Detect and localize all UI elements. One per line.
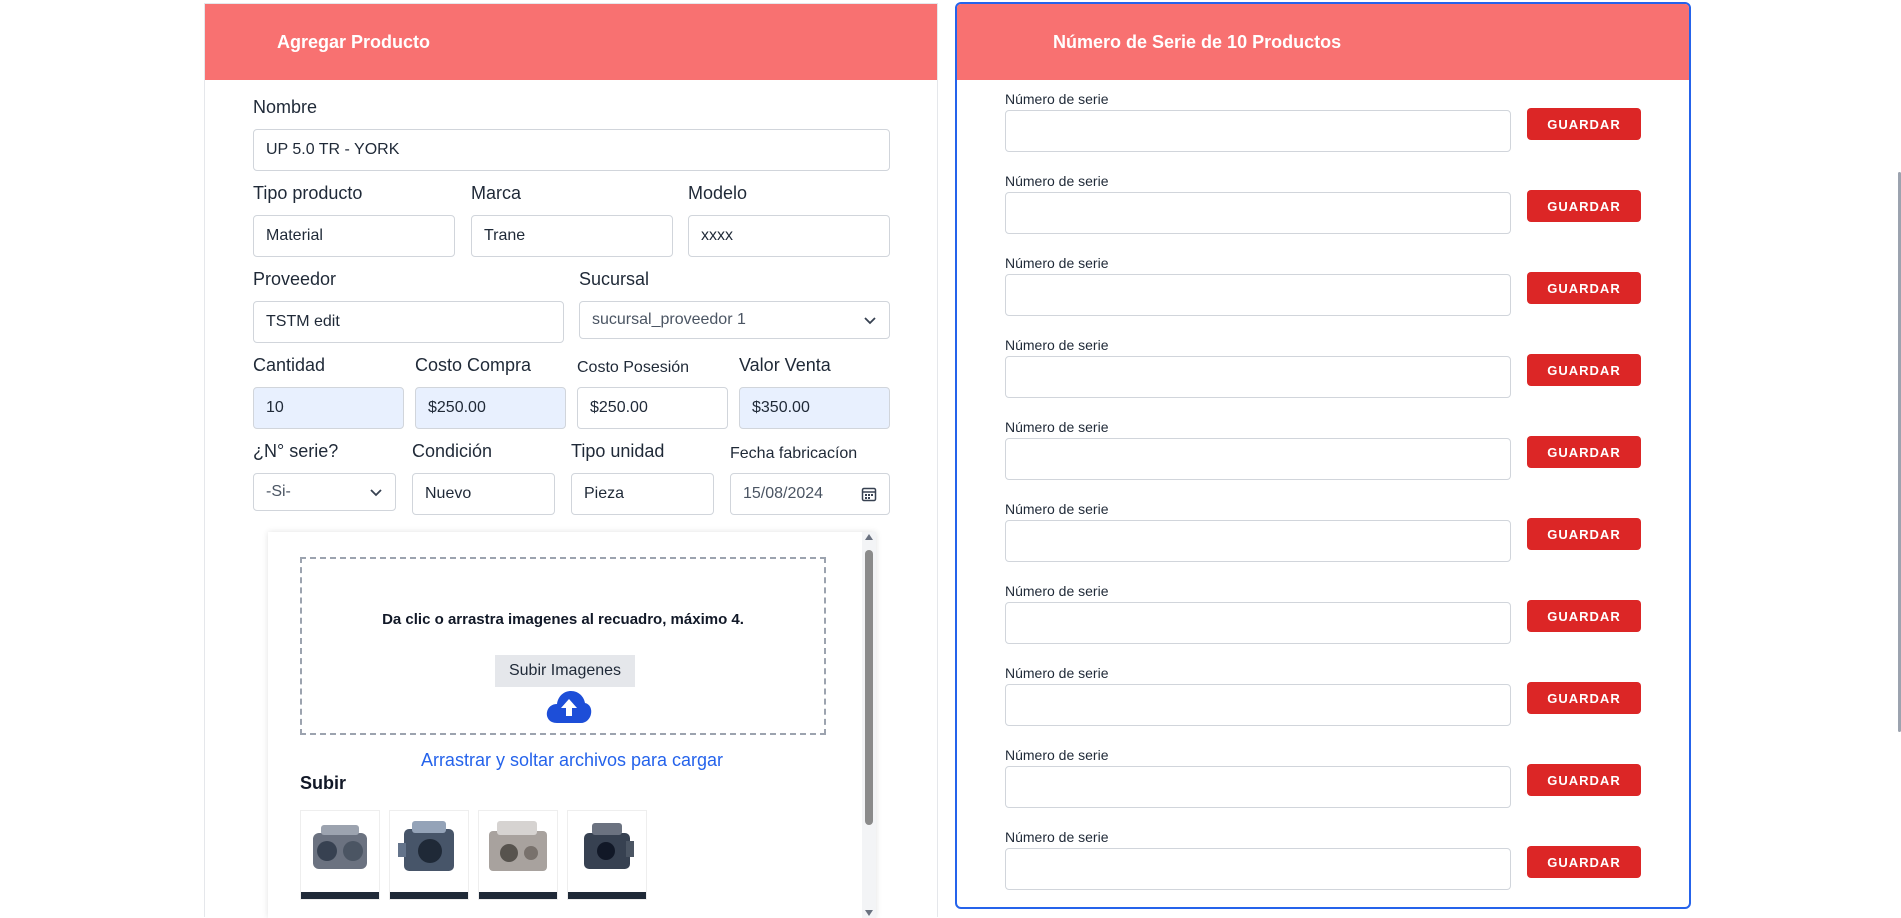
image-dropzone[interactable]: Da clic o arrastra imagenes al recuadro,… (300, 557, 826, 735)
serial-input[interactable] (1005, 602, 1511, 644)
proveedor-input[interactable]: TSTM edit (253, 301, 564, 343)
valor-venta-input[interactable]: $350.00 (739, 387, 890, 429)
serial-label: Número de serie (1005, 337, 1109, 353)
modelo-label: Modelo (688, 183, 748, 203)
tipo-unidad-label: Tipo unidad (571, 441, 665, 461)
serial-input[interactable] (1005, 520, 1511, 562)
subir-title: Subir (300, 773, 347, 793)
panel-title: Número de Serie de 10 Productos (1053, 31, 1342, 52)
tipo-unidad-input[interactable]: Pieza (571, 473, 714, 515)
tipo-producto-label: Tipo producto (253, 183, 363, 203)
serial-input[interactable] (1005, 274, 1511, 316)
costo-posesion-label: Costo Posesión (577, 359, 690, 376)
chevron-down-icon (863, 313, 877, 327)
valor-venta-label: Valor Venta (739, 355, 831, 375)
serial-input[interactable] (1005, 848, 1511, 890)
serial-input[interactable] (1005, 356, 1511, 398)
serial-label: Número de serie (1005, 255, 1109, 271)
numero-serie-panel: Número de Serie de 10 Productos Número d… (955, 2, 1691, 909)
serial-row: Número de serie GUARDAR (1005, 91, 1645, 173)
serial-label: Número de serie (1005, 501, 1109, 517)
tipo-producto-input[interactable]: Material (253, 215, 455, 257)
calendar-icon[interactable] (861, 486, 877, 502)
fecha-input[interactable]: 15/08/2024 (730, 473, 890, 515)
panel-header: Agregar Producto (205, 4, 937, 80)
condicion-label: Condición (412, 441, 493, 461)
costo-compra-label: Costo Compra (415, 355, 532, 375)
serial-row: Número de serie GUARDAR (1005, 501, 1645, 583)
scroll-down-icon[interactable] (865, 910, 873, 916)
image-thumbnail[interactable] (478, 810, 558, 900)
serial-row: Número de serie GUARDAR (1005, 419, 1645, 501)
nombre-input[interactable]: UP 5.0 TR - YORK (253, 129, 890, 171)
serial-label: Número de serie (1005, 91, 1109, 107)
upload-images-button[interactable]: Subir Imagenes (495, 655, 635, 687)
guardar-button[interactable]: GUARDAR (1527, 354, 1641, 386)
guardar-button[interactable]: GUARDAR (1527, 600, 1641, 632)
guardar-button[interactable]: GUARDAR (1527, 272, 1641, 304)
sucursal-select[interactable]: sucursal_proveedor 1 (579, 301, 890, 339)
fecha-value: 15/08/2024 (743, 485, 824, 502)
modelo-input[interactable]: xxxx (688, 215, 890, 257)
fecha-label: Fecha fabricacíon (730, 445, 858, 462)
serial-row: Número de serie GUARDAR (1005, 337, 1645, 419)
cantidad-label: Cantidad (253, 355, 326, 375)
serial-row: Número de serie GUARDAR (1005, 583, 1645, 665)
guardar-button[interactable]: GUARDAR (1527, 108, 1641, 140)
serial-label: Número de serie (1005, 665, 1109, 681)
serial-input[interactable] (1005, 684, 1511, 726)
serial-label: Número de serie (1005, 829, 1109, 845)
marca-input[interactable]: Trane (471, 215, 673, 257)
serial-label: Número de serie (1005, 747, 1109, 763)
cantidad-input[interactable]: 10 (253, 387, 404, 429)
condicion-input[interactable]: Nuevo (412, 473, 555, 515)
guardar-button[interactable]: GUARDAR (1527, 764, 1641, 796)
costo-posesion-input[interactable]: $250.00 (577, 387, 728, 429)
chevron-down-icon (369, 485, 383, 499)
serial-input[interactable] (1005, 192, 1511, 234)
serial-row: Número de serie GUARDAR (1005, 829, 1645, 907)
dropzone-instructions: Da clic o arrastra imagenes al recuadro,… (382, 611, 744, 628)
nombre-label: Nombre (253, 97, 318, 117)
agregar-producto-panel: Agregar Producto Nombre UP 5.0 TR - YORK… (204, 3, 938, 918)
guardar-button[interactable]: GUARDAR (1527, 190, 1641, 222)
serial-input[interactable] (1005, 110, 1511, 152)
drag-drop-link[interactable]: Arrastrar y soltar archivos para cargar (268, 750, 876, 771)
costo-compra-input[interactable]: $250.00 (415, 387, 566, 429)
cloud-upload-icon (545, 687, 593, 725)
serial-row: Número de serie GUARDAR (1005, 747, 1645, 829)
proveedor-label: Proveedor (253, 269, 337, 289)
scroll-up-icon[interactable] (865, 534, 873, 540)
serial-row: Número de serie GUARDAR (1005, 173, 1645, 255)
marca-label: Marca (471, 183, 522, 203)
n-serie-label: ¿N° serie? (253, 441, 339, 461)
guardar-button[interactable]: GUARDAR (1527, 846, 1641, 878)
sucursal-value: sucursal_proveedor 1 (592, 311, 746, 328)
image-thumbnail[interactable] (567, 810, 647, 900)
image-thumbnail[interactable] (389, 810, 469, 900)
serial-row: Número de serie GUARDAR (1005, 255, 1645, 337)
guardar-button[interactable]: GUARDAR (1527, 436, 1641, 468)
panel-header: Número de Serie de 10 Productos (957, 4, 1689, 80)
sucursal-label: Sucursal (579, 269, 650, 289)
serial-label: Número de serie (1005, 419, 1109, 435)
upload-scrollbar[interactable] (862, 532, 876, 918)
serial-label: Número de serie (1005, 583, 1109, 599)
serial-input[interactable] (1005, 766, 1511, 808)
serial-row: Número de serie GUARDAR (1005, 665, 1645, 747)
n-serie-value: -Si- (266, 483, 291, 500)
scrollbar-thumb[interactable] (865, 550, 873, 825)
image-thumbnail[interactable] (300, 810, 380, 900)
serial-label: Número de serie (1005, 173, 1109, 189)
n-serie-select[interactable]: -Si- (253, 473, 396, 511)
guardar-button[interactable]: GUARDAR (1527, 518, 1641, 550)
panel-title: Agregar Producto (277, 31, 431, 52)
guardar-button[interactable]: GUARDAR (1527, 682, 1641, 714)
serial-input[interactable] (1005, 438, 1511, 480)
image-upload-section: Da clic o arrastra imagenes al recuadro,… (268, 532, 876, 918)
